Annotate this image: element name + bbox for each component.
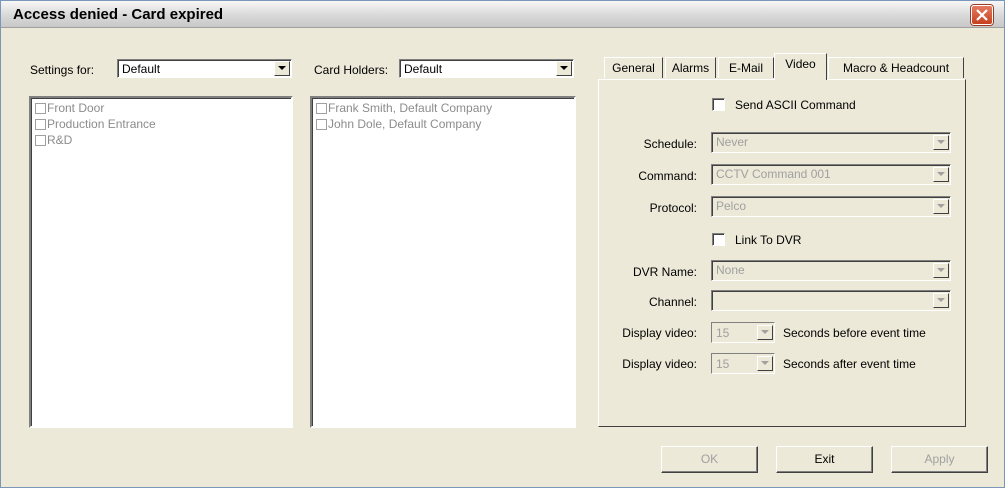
display-video-before-label: Display video: [622, 326, 697, 340]
card-holder-checkbox[interactable] [316, 103, 327, 114]
apply-button[interactable]: Apply [891, 446, 988, 473]
list-item[interactable]: Production Entrance [31, 117, 291, 133]
protocol-select[interactable]: Pelco [711, 196, 951, 217]
dvr-name-value: None [716, 263, 745, 277]
chevron-down-icon [560, 66, 568, 70]
door-checkbox[interactable] [35, 103, 46, 114]
tab-email[interactable]: E-Mail [718, 57, 774, 78]
seconds-before-value: 15 [716, 326, 730, 340]
dvr-name-dropdown-button[interactable] [933, 263, 949, 278]
seconds-after-dropdown-button[interactable] [757, 356, 773, 371]
list-item[interactable]: R&D [31, 133, 291, 149]
seconds-before-suffix: Seconds before event time [783, 326, 926, 340]
chevron-down-icon [937, 172, 945, 176]
chevron-down-icon [761, 330, 769, 334]
tab-video[interactable]: Video [774, 53, 827, 80]
schedule-dropdown-button[interactable] [933, 135, 949, 150]
dialog-window: Access denied - Card expired Settings fo… [0, 0, 1005, 488]
protocol-dropdown-button[interactable] [933, 199, 949, 214]
protocol-value: Pelco [716, 199, 747, 213]
chevron-down-icon [278, 66, 286, 70]
schedule-value: Never [716, 135, 749, 149]
ok-button[interactable]: OK [661, 446, 758, 473]
list-item[interactable]: Front Door [31, 101, 291, 117]
channel-dropdown-button[interactable] [933, 293, 949, 308]
window-title: Access denied - Card expired [13, 6, 224, 23]
chevron-down-icon [761, 361, 769, 365]
list-item[interactable]: John Dole, Default Company [312, 117, 574, 133]
tab-alarms[interactable]: Alarms [665, 57, 716, 78]
settings-for-value: Default [122, 62, 161, 76]
chevron-down-icon [937, 298, 945, 302]
settings-for-dropdown-button[interactable] [274, 61, 290, 76]
close-button[interactable] [971, 5, 993, 25]
chevron-down-icon [937, 268, 945, 272]
seconds-after-suffix: Seconds after event time [783, 357, 916, 371]
settings-for-select[interactable]: Default [117, 59, 292, 78]
schedule-label: Schedule: [643, 137, 697, 151]
card-holders-select[interactable]: Default [399, 59, 574, 78]
chevron-down-icon [937, 204, 945, 208]
seconds-before-select[interactable]: 15 [711, 322, 775, 343]
link-dvr-checkbox[interactable] [712, 233, 725, 246]
seconds-after-select[interactable]: 15 [711, 353, 775, 374]
command-dropdown-button[interactable] [933, 167, 949, 182]
exit-button[interactable]: Exit [776, 446, 873, 473]
channel-select[interactable] [711, 290, 951, 311]
schedule-select[interactable]: Never [711, 132, 951, 153]
command-select[interactable]: CCTV Command 001 [711, 164, 951, 185]
send-ascii-label: Send ASCII Command [735, 98, 856, 112]
card-holders-list[interactable]: Frank Smith, Default Company John Dole, … [310, 96, 576, 428]
card-holder-checkbox[interactable] [316, 119, 327, 130]
command-label: Command: [638, 169, 697, 183]
video-tab-panel: Send ASCII Command Schedule: Never Comma… [598, 79, 966, 427]
channel-label: Channel: [648, 295, 697, 309]
tab-macro-headcount[interactable]: Macro & Headcount [828, 57, 964, 78]
settings-for-label: Settings for: [30, 63, 95, 77]
title-bar[interactable]: Access denied - Card expired [1, 1, 1004, 28]
doors-list[interactable]: Front Door Production Entrance R&D [29, 96, 293, 428]
card-holders-dropdown-button[interactable] [556, 61, 572, 76]
dvr-name-select[interactable]: None [711, 260, 951, 281]
card-holders-value: Default [404, 62, 443, 76]
dvr-name-label: DVR Name: [632, 265, 697, 279]
list-item[interactable]: Frank Smith, Default Company [312, 101, 574, 117]
protocol-label: Protocol: [649, 201, 697, 215]
door-checkbox[interactable] [35, 135, 46, 146]
chevron-down-icon [937, 140, 945, 144]
close-icon [976, 9, 988, 21]
card-holders-label: Card Holders: [314, 63, 389, 77]
tab-general[interactable]: General [604, 57, 663, 78]
door-checkbox[interactable] [35, 119, 46, 130]
display-video-after-label: Display video: [622, 357, 697, 371]
seconds-after-value: 15 [716, 357, 730, 371]
seconds-before-dropdown-button[interactable] [757, 325, 773, 340]
link-dvr-label: Link To DVR [735, 233, 802, 247]
command-value: CCTV Command 001 [716, 167, 831, 181]
send-ascii-checkbox[interactable] [712, 98, 725, 111]
